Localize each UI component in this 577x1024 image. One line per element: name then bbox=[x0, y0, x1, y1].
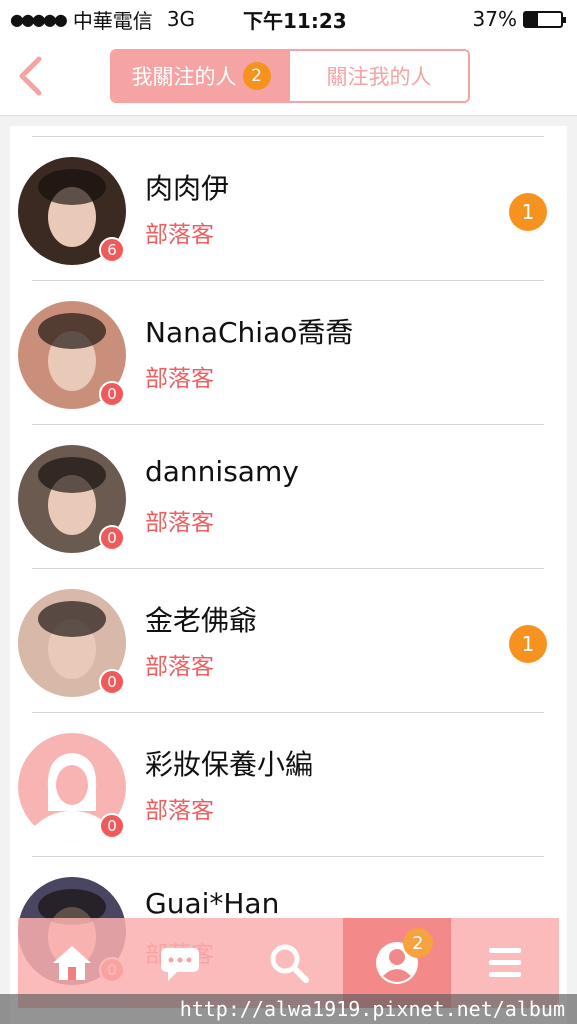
home-icon bbox=[53, 946, 92, 980]
list-item[interactable]: 6 肉肉伊 部落客 1 bbox=[10, 137, 567, 281]
notification-badge: 1 bbox=[509, 193, 547, 231]
post-count-badge: 0 bbox=[99, 525, 125, 551]
watermark-url: http://alwa1919.pixnet.net/album bbox=[0, 994, 577, 1024]
tab-following[interactable]: 我關注的人 2 bbox=[112, 51, 290, 101]
user-role: 部落客 bbox=[145, 510, 214, 536]
search-icon bbox=[270, 944, 309, 983]
user-name: Guai*Han bbox=[145, 887, 280, 920]
tab-followers-label: 關注我的人 bbox=[326, 65, 432, 89]
back-button[interactable] bbox=[10, 56, 50, 96]
battery-percent: 37% bbox=[472, 7, 517, 31]
profile-tab-badge: 2 bbox=[402, 928, 433, 958]
signal-strength-icon: ●●●●● bbox=[10, 9, 68, 29]
notification-badge: 1 bbox=[509, 625, 547, 663]
following-list: 6 肉肉伊 部落客 1 0 NanaChiao喬喬 部落客 0 dannisam… bbox=[10, 126, 567, 1024]
user-role: 部落客 bbox=[145, 798, 214, 824]
post-count-badge: 6 bbox=[99, 237, 125, 263]
user-name: dannisamy bbox=[145, 455, 299, 488]
user-role: 部落客 bbox=[145, 654, 214, 680]
status-left: ●●●●● 中華電信 3G bbox=[10, 5, 195, 34]
status-time: 下午11:23 bbox=[243, 8, 347, 33]
battery-icon bbox=[523, 10, 566, 28]
user-role: 部落客 bbox=[145, 366, 214, 392]
network-type: 3G bbox=[166, 7, 196, 31]
segmented-control: 我關注的人 2 關注我的人 bbox=[110, 49, 470, 103]
header: 我關注的人 2 關注我的人 bbox=[0, 38, 577, 116]
post-count-badge: 0 bbox=[99, 381, 125, 407]
list-item[interactable]: 0 金老佛爺 部落客 1 bbox=[10, 569, 567, 713]
user-role: 部落客 bbox=[145, 222, 214, 248]
status-right: 37% bbox=[472, 7, 566, 31]
status-bar: ●●●●● 中華電信 3G 下午11:23 37% bbox=[0, 0, 577, 38]
chat-icon bbox=[161, 948, 200, 981]
chevron-left-icon bbox=[19, 56, 42, 96]
carrier-name: 中華電信 bbox=[72, 8, 153, 33]
user-name: 金老佛爺 bbox=[145, 604, 258, 637]
tab-following-label: 我關注的人 bbox=[131, 65, 237, 89]
post-count-badge: 0 bbox=[99, 669, 125, 695]
tab-followers[interactable]: 關注我的人 bbox=[290, 51, 468, 101]
list-item[interactable]: 0 dannisamy 部落客 bbox=[10, 425, 567, 569]
list-item[interactable]: 0 NanaChiao喬喬 部落客 bbox=[10, 281, 567, 425]
battery-level-fill bbox=[525, 12, 539, 26]
user-name: 彩妝保養小編 bbox=[145, 748, 314, 781]
post-count-badge: 0 bbox=[99, 813, 125, 839]
list-item[interactable]: 0 彩妝保養小編 部落客 bbox=[10, 713, 567, 857]
following-count-badge: 2 bbox=[242, 62, 271, 90]
user-name: NanaChiao喬喬 bbox=[145, 316, 354, 349]
user-name: 肉肉伊 bbox=[145, 172, 230, 205]
menu-icon bbox=[488, 948, 521, 977]
